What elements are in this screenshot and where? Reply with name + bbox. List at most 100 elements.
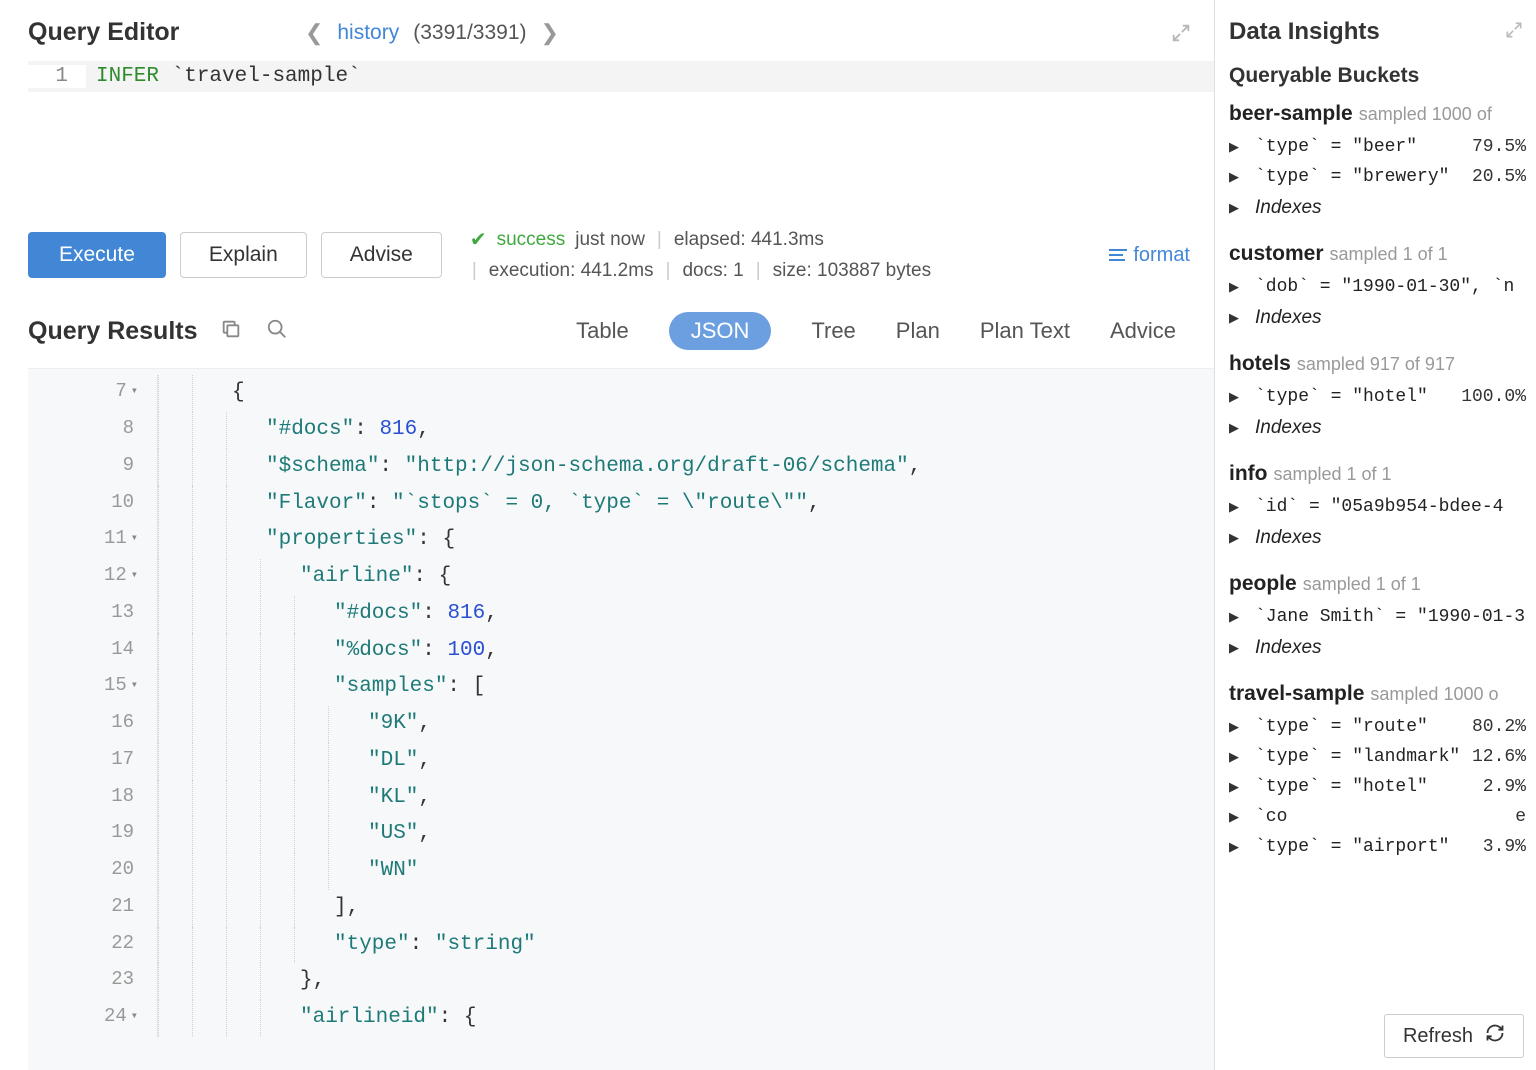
json-line[interactable]: 12▾"airline": { — [28, 559, 1214, 596]
json-content: { — [226, 375, 245, 412]
bucket-indexes[interactable]: ▶Indexes — [1229, 302, 1536, 334]
json-line-number: 14 — [28, 633, 148, 670]
json-line[interactable]: 18"KL", — [28, 780, 1214, 817]
tab-table[interactable]: Table — [576, 318, 629, 344]
bucket-header[interactable]: infosampled 1 of 1 — [1229, 462, 1536, 492]
tab-tree[interactable]: Tree — [811, 318, 855, 344]
history-next-icon[interactable]: ❯ — [541, 22, 559, 44]
bucket-item[interactable]: ▶`dob` = "1990-01-30", `n — [1229, 272, 1536, 302]
bucket-item-pct: 12.6% — [1472, 747, 1526, 767]
code-line[interactable]: 1 INFER `travel-sample` — [28, 61, 1214, 92]
json-line[interactable]: 9"$schema": "http://json-schema.org/draf… — [28, 449, 1214, 486]
bucket-indexes[interactable]: ▶Indexes — [1229, 412, 1536, 444]
bucket-item[interactable]: ▶ `Jane Smith` = "1990-01-3 — [1229, 602, 1536, 632]
bucket-item[interactable]: ▶`type` = "brewery"20.5% — [1229, 162, 1536, 192]
bucket-item-text: `type` = "hotel" — [1255, 387, 1428, 407]
bucket-sample: sampled 1 of 1 — [1330, 244, 1448, 265]
fold-caret-icon[interactable]: ▾ — [131, 568, 138, 582]
bucket-item[interactable]: ▶ `type` = "landmark" 12.6% — [1229, 742, 1536, 772]
code-editor[interactable]: 1 INFER `travel-sample` — [28, 61, 1214, 192]
bucket-indexes[interactable]: ▶ Indexes — [1229, 632, 1536, 664]
fold-caret-icon[interactable]: ▾ — [131, 1009, 138, 1023]
expand-triangle-icon[interactable]: ▶ — [1229, 139, 1245, 155]
bucket-name: info — [1229, 462, 1267, 486]
search-icon[interactable] — [266, 318, 288, 345]
explain-button[interactable]: Explain — [180, 232, 307, 278]
bucket-header[interactable]: beer-samplesampled 1000 of — [1229, 102, 1536, 132]
refresh-button[interactable]: Refresh — [1384, 1014, 1524, 1058]
expand-triangle-icon[interactable]: ▶ — [1229, 389, 1245, 405]
advise-button[interactable]: Advise — [321, 232, 442, 278]
json-content: "$schema": "http://json-schema.org/draft… — [260, 449, 921, 486]
bucket-item-text: `id` = "05a9b954-bdee-4 — [1255, 497, 1503, 517]
expand-triangle-icon[interactable]: ▶ — [1229, 749, 1245, 765]
bucket-indexes[interactable]: ▶ Indexes — [1229, 192, 1536, 224]
json-line[interactable]: 24▾"airlineid": { — [28, 1000, 1214, 1037]
json-line[interactable]: 21], — [28, 890, 1214, 927]
bucket-item[interactable]: ▶`coe — [1229, 802, 1536, 832]
json-line[interactable]: 15▾"samples": [ — [28, 669, 1214, 706]
json-line[interactable]: 20"WN" — [28, 853, 1214, 890]
tab-plan[interactable]: Plan — [896, 318, 940, 344]
json-line[interactable]: 17"DL", — [28, 743, 1214, 780]
bucket-item[interactable]: ▶`type` = "airport"3.9% — [1229, 832, 1536, 862]
expand-triangle-icon[interactable]: ▶ — [1229, 719, 1245, 735]
expand-insights-icon[interactable] — [1504, 20, 1524, 45]
expand-triangle-icon[interactable]: ▶ — [1229, 200, 1245, 216]
status-when: just now — [575, 225, 645, 255]
bucket-header[interactable]: customersampled 1 of 1 — [1229, 242, 1536, 272]
expand-triangle-icon[interactable]: ▶ — [1229, 420, 1245, 436]
status-elapsed: elapsed: 441.3ms — [674, 225, 824, 255]
expand-editor-icon[interactable] — [1170, 22, 1192, 44]
expand-triangle-icon[interactable]: ▶ — [1229, 279, 1245, 295]
json-line[interactable]: 22"type": "string" — [28, 927, 1214, 964]
indexes-label: Indexes — [1255, 637, 1322, 659]
fold-caret-icon[interactable]: ▾ — [131, 531, 138, 545]
expand-triangle-icon[interactable]: ▶ — [1229, 609, 1245, 625]
expand-triangle-icon[interactable]: ▶ — [1229, 640, 1245, 656]
expand-triangle-icon[interactable]: ▶ — [1229, 809, 1245, 825]
bucket-item[interactable]: ▶`type` = "route"80.2% — [1229, 712, 1536, 742]
bucket-header[interactable]: travel-samplesampled 1000 o — [1229, 682, 1536, 712]
bucket-item[interactable]: ▶`type` = "hotel"100.0% — [1229, 382, 1536, 412]
json-line[interactable]: 23}, — [28, 963, 1214, 1000]
tab-advice[interactable]: Advice — [1110, 318, 1176, 344]
bucket-header[interactable]: peoplesampled 1 of 1 — [1229, 572, 1536, 602]
json-line[interactable]: 11▾"properties": { — [28, 522, 1214, 559]
json-line[interactable]: 19"US", — [28, 816, 1214, 853]
history-link[interactable]: history — [337, 21, 399, 45]
bucket-item[interactable]: ▶`type` = "beer"79.5% — [1229, 132, 1536, 162]
tab-plan-text[interactable]: Plan Text — [980, 318, 1070, 344]
json-line[interactable]: 7▾{ — [28, 375, 1214, 412]
expand-triangle-icon[interactable]: ▶ — [1229, 310, 1245, 326]
bucket-item[interactable]: ▶ `id` = "05a9b954-bdee-4 — [1229, 492, 1536, 522]
json-line[interactable]: 8"#docs": 816, — [28, 412, 1214, 449]
indexes-label: Indexes — [1255, 197, 1322, 219]
copy-icon[interactable] — [220, 318, 242, 345]
json-line[interactable]: 16"9K", — [28, 706, 1214, 743]
bucket-item[interactable]: ▶`type` = "hotel"2.9% — [1229, 772, 1536, 802]
status-block: ✔ success just now | elapsed: 441.3ms | … — [470, 224, 931, 286]
json-content: "#docs": 816, — [260, 412, 430, 449]
action-row: Execute Explain Advise ✔ success just no… — [28, 192, 1214, 312]
expand-triangle-icon[interactable]: ▶ — [1229, 499, 1245, 515]
bucket-header[interactable]: hotelssampled 917 of 917 — [1229, 352, 1536, 382]
json-line[interactable]: 13"#docs": 816, — [28, 596, 1214, 633]
fold-caret-icon[interactable]: ▾ — [131, 384, 138, 398]
expand-triangle-icon[interactable]: ▶ — [1229, 779, 1245, 795]
json-line[interactable]: 14"%docs": 100, — [28, 633, 1214, 670]
json-viewer[interactable]: 7▾{8"#docs": 816,9"$schema": "http://jso… — [28, 368, 1214, 1070]
expand-triangle-icon[interactable]: ▶ — [1229, 530, 1245, 546]
expand-triangle-icon[interactable]: ▶ — [1229, 169, 1245, 185]
bucket-indexes[interactable]: ▶Indexes — [1229, 522, 1536, 554]
execute-button[interactable]: Execute — [28, 232, 166, 278]
tab-json[interactable]: JSON — [669, 312, 772, 350]
bucket-item-text: `Jane Smith` = "1990-01-3 — [1255, 607, 1525, 627]
bucket-item-text: `type` = "landmark" — [1255, 747, 1460, 767]
bucket-item-pct: e — [1515, 807, 1526, 827]
format-button[interactable]: format — [1109, 244, 1190, 267]
expand-triangle-icon[interactable]: ▶ — [1229, 839, 1245, 855]
fold-caret-icon[interactable]: ▾ — [131, 678, 138, 692]
json-line[interactable]: 10"Flavor": "`stops` = 0, `type` = \"rou… — [28, 486, 1214, 523]
history-prev-icon[interactable]: ❮ — [305, 22, 323, 44]
